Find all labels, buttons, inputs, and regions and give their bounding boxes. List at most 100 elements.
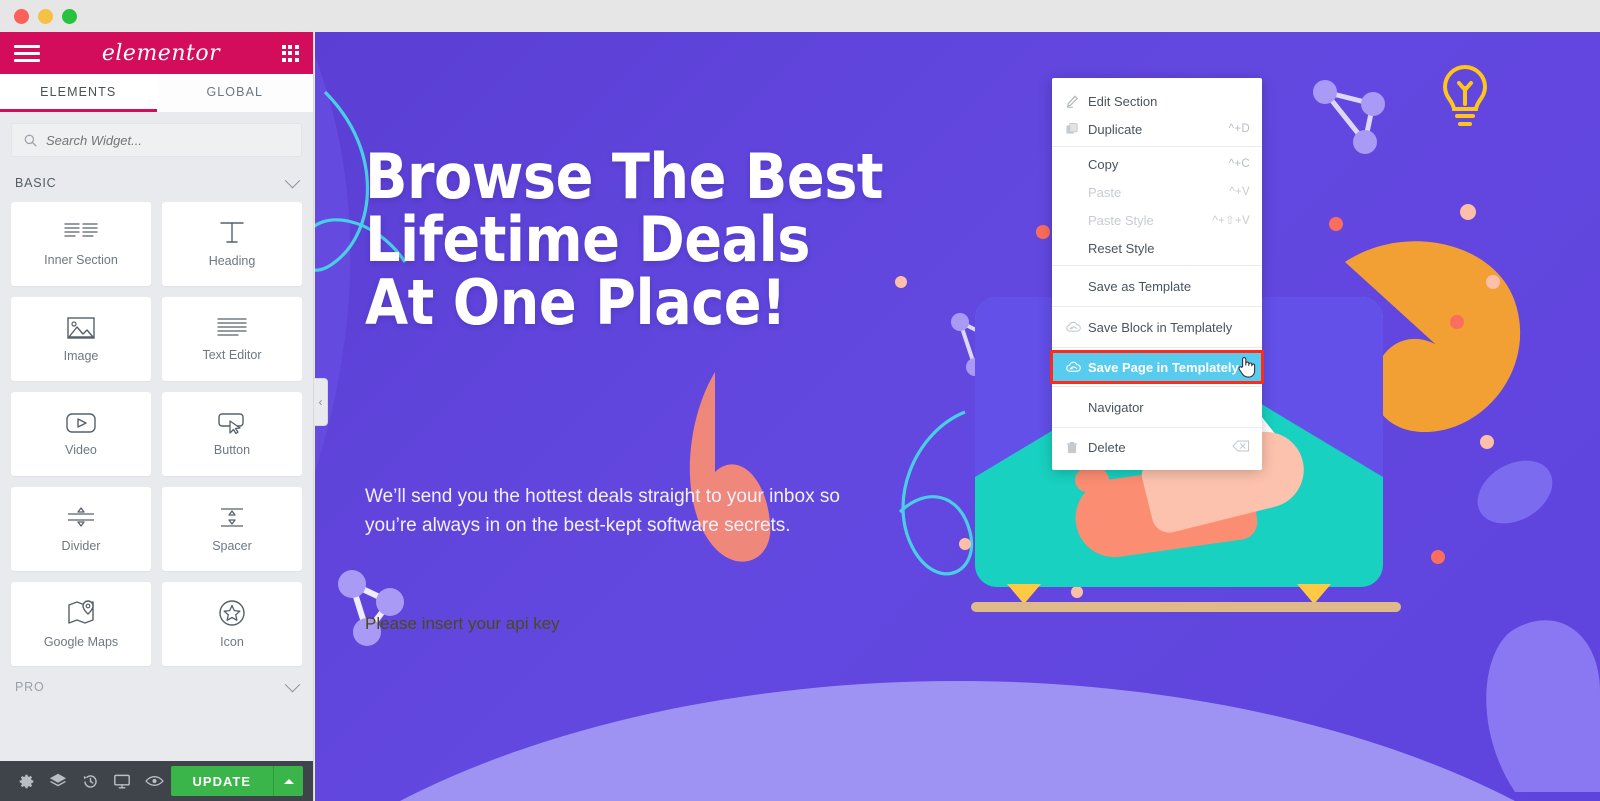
section-label-pro: PRO xyxy=(15,680,45,694)
tab-global[interactable]: GLOBAL xyxy=(156,74,313,112)
panel-header: elementor xyxy=(0,32,313,74)
section-label-basic: BASIC xyxy=(15,176,57,190)
hero-subtext[interactable]: We’ll send you the hottest deals straigh… xyxy=(365,482,885,541)
hamburger-icon[interactable] xyxy=(14,44,40,62)
menu-item-label: Save as Template xyxy=(1088,278,1192,294)
button-icon xyxy=(218,413,244,435)
tab-elements[interactable]: ELEMENTS xyxy=(0,74,157,112)
widget-video[interactable]: Video xyxy=(11,392,151,476)
menu-item-label: Reset Style xyxy=(1088,240,1155,256)
menu-item-label: Paste Style xyxy=(1088,212,1154,228)
section-header-pro[interactable]: PRO xyxy=(11,666,302,706)
window-close-button[interactable] xyxy=(14,8,29,24)
trash-icon xyxy=(1066,441,1088,454)
inner-section-icon xyxy=(64,223,98,237)
menu-item-label: Delete xyxy=(1088,439,1126,455)
grid-icon[interactable] xyxy=(281,44,299,62)
menu-item-label: Paste xyxy=(1088,184,1122,200)
search-widget-box[interactable] xyxy=(11,123,302,157)
menu-item-save-block-in-templately[interactable]: Save Block in Templately xyxy=(1052,310,1262,344)
widget-inner-section[interactable]: Inner Section xyxy=(11,202,151,286)
menu-item-label: Navigator xyxy=(1088,399,1144,415)
menu-item-shortcut: ^+D xyxy=(1228,123,1250,135)
widget-label: Button xyxy=(213,443,251,457)
duplicate-icon xyxy=(1066,122,1088,136)
hero-section[interactable]: Browse The Best Lifetime Deals At One Pl… xyxy=(315,32,1600,801)
widget-google-maps[interactable]: Google Maps xyxy=(11,582,151,666)
context-menu-group: Save Block in Templately xyxy=(1052,306,1262,347)
node-graph-left xyxy=(338,570,404,646)
menu-item-save-page-in-templately[interactable]: Save Page in Templately xyxy=(1050,350,1264,384)
pencil-icon xyxy=(1066,94,1088,108)
templately-cloud-icon xyxy=(1066,321,1088,333)
widget-label: Text Editor xyxy=(202,348,262,362)
headline-line-3: At One Place! xyxy=(365,266,787,340)
menu-item-shortcut xyxy=(1232,440,1250,455)
widget-button[interactable]: Button xyxy=(162,392,302,476)
update-button-group: UPDATE xyxy=(170,766,304,796)
elementor-panel: elementor ELEMENTS GLOBAL BASIC xyxy=(0,32,314,801)
widget-label: Heading xyxy=(208,254,256,268)
menu-item-navigator[interactable]: Navigator xyxy=(1052,390,1262,424)
widget-icon[interactable]: Icon xyxy=(162,582,302,666)
page-canvas[interactable]: Browse The Best Lifetime Deals At One Pl… xyxy=(315,32,1600,801)
context-menu-group: Copy ^+C Paste ^+V Paste Style ^+⇧+V Res… xyxy=(1052,146,1262,265)
node-graph-right xyxy=(1313,80,1385,154)
window-maximize-button[interactable] xyxy=(62,8,77,24)
responsive-mode-icon[interactable] xyxy=(106,761,138,801)
panel-tabs: ELEMENTS GLOBAL xyxy=(0,74,313,112)
app-root: elementor ELEMENTS GLOBAL BASIC xyxy=(0,0,1600,801)
widget-label: Icon xyxy=(220,635,244,649)
section-header-basic[interactable]: BASIC xyxy=(11,171,302,202)
menu-item-shortcut: ^+V xyxy=(1229,186,1250,198)
context-menu-group: Save Page in Templately xyxy=(1050,347,1264,386)
menu-item-reset-style[interactable]: Reset Style xyxy=(1052,234,1262,262)
widget-spacer[interactable]: Spacer xyxy=(162,487,302,571)
caret-up-icon xyxy=(283,778,294,784)
widget-label: Google Maps xyxy=(43,635,119,649)
video-icon xyxy=(66,413,96,433)
menu-item-label: Copy xyxy=(1088,156,1119,172)
heading-icon xyxy=(220,222,244,243)
chevron-down-icon xyxy=(284,172,301,188)
menu-item-label: Duplicate xyxy=(1088,121,1143,137)
update-options-button[interactable] xyxy=(273,766,304,796)
widget-heading[interactable]: Heading xyxy=(162,202,302,286)
menu-item-paste: Paste ^+V xyxy=(1052,178,1262,206)
google-maps-icon xyxy=(68,600,94,624)
text-editor-icon xyxy=(217,318,247,336)
search-input[interactable] xyxy=(46,132,289,148)
widget-label: Inner Section xyxy=(44,253,118,267)
elementor-logo: elementor xyxy=(101,40,221,66)
desk-leg-left xyxy=(1007,584,1041,604)
widget-grid: Inner Section Heading Image Text Editor … xyxy=(11,202,302,666)
finger xyxy=(1075,468,1109,492)
widget-label: Image xyxy=(63,349,99,363)
preview-eye-icon[interactable] xyxy=(138,761,170,801)
browser-chrome xyxy=(0,0,1600,32)
menu-item-copy[interactable]: Copy ^+C xyxy=(1052,150,1262,178)
window-minimize-button[interactable] xyxy=(38,8,53,24)
layers-icon[interactable] xyxy=(42,761,74,801)
menu-item-label: Save Page in Templately xyxy=(1088,359,1239,375)
widget-divider[interactable]: Divider xyxy=(11,487,151,571)
menu-item-paste-style: Paste Style ^+⇧+V xyxy=(1052,206,1262,234)
menu-item-edit-section[interactable]: Edit Section xyxy=(1052,87,1262,115)
panel-collapse-handle[interactable]: ‹ xyxy=(314,378,328,426)
api-key-notice: Please insert your api key xyxy=(365,614,560,633)
history-icon[interactable] xyxy=(74,761,106,801)
menu-item-duplicate[interactable]: Duplicate ^+D xyxy=(1052,115,1262,143)
section-context-menu[interactable]: Edit Section Duplicate ^+D Copy ^+C Past… xyxy=(1050,78,1264,470)
settings-gear-icon[interactable] xyxy=(10,761,42,801)
widget-image[interactable]: Image xyxy=(11,297,151,381)
panel-body: BASIC Inner Section xyxy=(0,112,313,761)
pointer-hand-cursor xyxy=(1236,355,1256,382)
widget-text-editor[interactable]: Text Editor xyxy=(162,297,302,381)
menu-item-delete[interactable]: Delete xyxy=(1052,431,1262,463)
menu-item-save-as-template[interactable]: Save as Template xyxy=(1052,269,1262,303)
update-button[interactable]: UPDATE xyxy=(170,766,274,796)
desk-surface xyxy=(971,602,1401,612)
spacer-icon xyxy=(221,508,243,527)
hero-headline[interactable]: Browse The Best Lifetime Deals At One Pl… xyxy=(365,145,885,335)
widget-label: Video xyxy=(65,443,97,457)
